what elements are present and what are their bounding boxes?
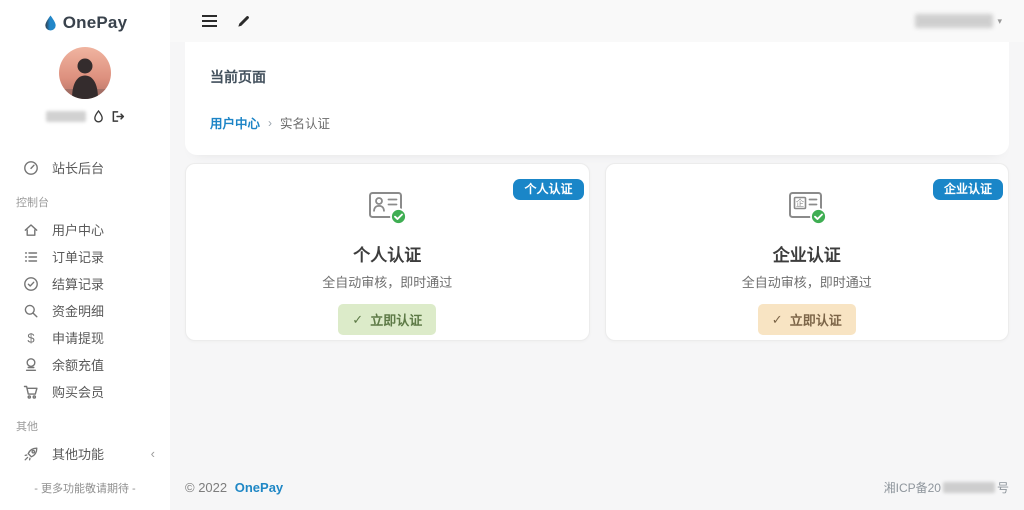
home-icon <box>23 222 39 238</box>
page-footer: © 2022 OnePay 湘ICP备20 号 <box>185 479 1009 496</box>
topbar-username-redacted <box>915 14 993 28</box>
collapse-chevron-icon[interactable]: ‹ <box>151 446 155 461</box>
check-icon: ✓ <box>772 312 783 328</box>
breadcrumb-link-user-center[interactable]: 用户中心 <box>210 113 260 132</box>
check-circle-icon <box>23 276 39 292</box>
more-features-note: - 更多功能敬请期待 - <box>0 480 170 496</box>
sidebar-item-withdraw[interactable]: $ 申请提现 <box>0 324 170 351</box>
copyright-text: © 2022 <box>185 480 227 495</box>
sidebar-item-user-center[interactable]: 用户中心 <box>0 216 170 243</box>
svg-text:$: $ <box>27 330 35 345</box>
icp-suffix: 号 <box>997 479 1009 496</box>
verify-now-label: 立即认证 <box>370 310 422 329</box>
sidebar-item-balance-recharge[interactable]: 余额充值 <box>0 351 170 378</box>
enterprise-auth-subtitle: 全自动审核，即时通过 <box>606 272 1009 291</box>
search-icon <box>23 303 39 319</box>
chevron-down-icon: ▾ <box>997 16 1002 27</box>
enterprise-auth-badge: 企业认证 <box>933 179 1003 200</box>
user-row <box>0 108 170 124</box>
sidebar-section-console: 控制台 <box>0 181 170 216</box>
sidebar-item-buy-membership[interactable]: 购买会员 <box>0 378 170 405</box>
sidebar-section-other: 其他 <box>0 405 170 440</box>
sidebar-item-label: 结算记录 <box>52 274 104 293</box>
breadcrumb: 用户中心 › 实名认证 <box>210 113 984 132</box>
coin-icon <box>23 357 39 373</box>
sidebar-item-label: 余额充值 <box>52 355 104 374</box>
personal-auth-card: 个人认证 个人认证 全自动审核，即时通过 ✓ 立即认证 <box>185 163 590 341</box>
personal-auth-badge: 个人认证 <box>513 179 583 200</box>
dollar-icon: $ <box>23 330 39 346</box>
topbar: ▾ <box>170 0 1024 42</box>
page-title: 当前页面 <box>210 67 984 87</box>
sidebar-item-settlement-records[interactable]: 结算记录 <box>0 270 170 297</box>
enterprise-auth-card: 企业认证 企 企业认证 全自动审核，即时通过 ✓ 立即认证 <box>605 163 1010 341</box>
avatar[interactable] <box>59 47 111 99</box>
id-card-verified-icon <box>366 190 408 231</box>
drop-icon[interactable] <box>93 110 104 123</box>
personal-auth-subtitle: 全自动审核，即时通过 <box>186 272 589 291</box>
breadcrumb-separator: › <box>268 116 272 130</box>
sidebar-item-other-functions[interactable]: 其他功能 ‹ <box>0 440 170 467</box>
sidebar-item-admin-backend[interactable]: 站长后台 <box>0 154 170 181</box>
sidebar-item-label: 购买会员 <box>52 382 104 401</box>
enterprise-auth-title: 企业认证 <box>606 241 1009 266</box>
cart-icon <box>23 384 39 400</box>
sidebar-item-label: 用户中心 <box>52 220 104 239</box>
sidebar: OnePay 站长后台 <box>0 0 170 510</box>
auth-cards-row: 个人认证 个人认证 全自动审核，即时通过 ✓ 立即认证 企业认证 <box>185 163 1009 341</box>
sidebar-item-fund-details[interactable]: 资金明细 <box>0 297 170 324</box>
svg-text:企: 企 <box>795 198 804 208</box>
footer-brand-link[interactable]: OnePay <box>235 480 283 495</box>
hamburger-menu-icon[interactable] <box>200 12 218 30</box>
enterprise-cert-verified-icon: 企 <box>786 190 828 231</box>
sidebar-item-order-records[interactable]: 订单记录 <box>0 243 170 270</box>
brand-name: OnePay <box>63 13 128 33</box>
username-redacted <box>46 111 86 122</box>
brand-logo[interactable]: OnePay <box>0 0 170 33</box>
personal-auth-title: 个人认证 <box>186 241 589 266</box>
verify-now-label: 立即认证 <box>790 310 842 329</box>
icp-prefix: 湘ICP备20 <box>884 479 941 496</box>
enterprise-verify-now-button[interactable]: ✓ 立即认证 <box>758 304 856 335</box>
pencil-icon[interactable] <box>234 12 252 30</box>
copyright: © 2022 OnePay <box>185 480 283 495</box>
list-icon <box>23 249 39 265</box>
rocket-icon <box>23 446 39 462</box>
sidebar-nav: 站长后台 控制台 用户中心 订单记录 结算记录 资金明细 <box>0 154 170 467</box>
icp-number-redacted <box>943 482 995 493</box>
breadcrumb-current: 实名认证 <box>280 113 330 132</box>
check-icon: ✓ <box>352 312 363 328</box>
topbar-user-menu[interactable]: ▾ <box>915 14 1002 28</box>
icp-registration: 湘ICP备20 号 <box>884 479 1009 496</box>
logout-icon[interactable] <box>111 110 125 123</box>
water-drop-logo-icon <box>43 14 58 32</box>
avatar-image <box>59 47 111 99</box>
sidebar-item-label: 资金明细 <box>52 301 104 320</box>
sidebar-item-label: 订单记录 <box>52 247 104 266</box>
personal-verify-now-button[interactable]: ✓ 立即认证 <box>338 304 436 335</box>
sidebar-item-label: 站长后台 <box>52 158 104 177</box>
sidebar-item-label: 其他功能 <box>52 444 104 463</box>
sidebar-item-label: 申请提现 <box>52 328 104 347</box>
dashboard-icon <box>23 160 39 176</box>
page-heading-panel: 当前页面 用户中心 › 实名认证 <box>185 42 1009 155</box>
